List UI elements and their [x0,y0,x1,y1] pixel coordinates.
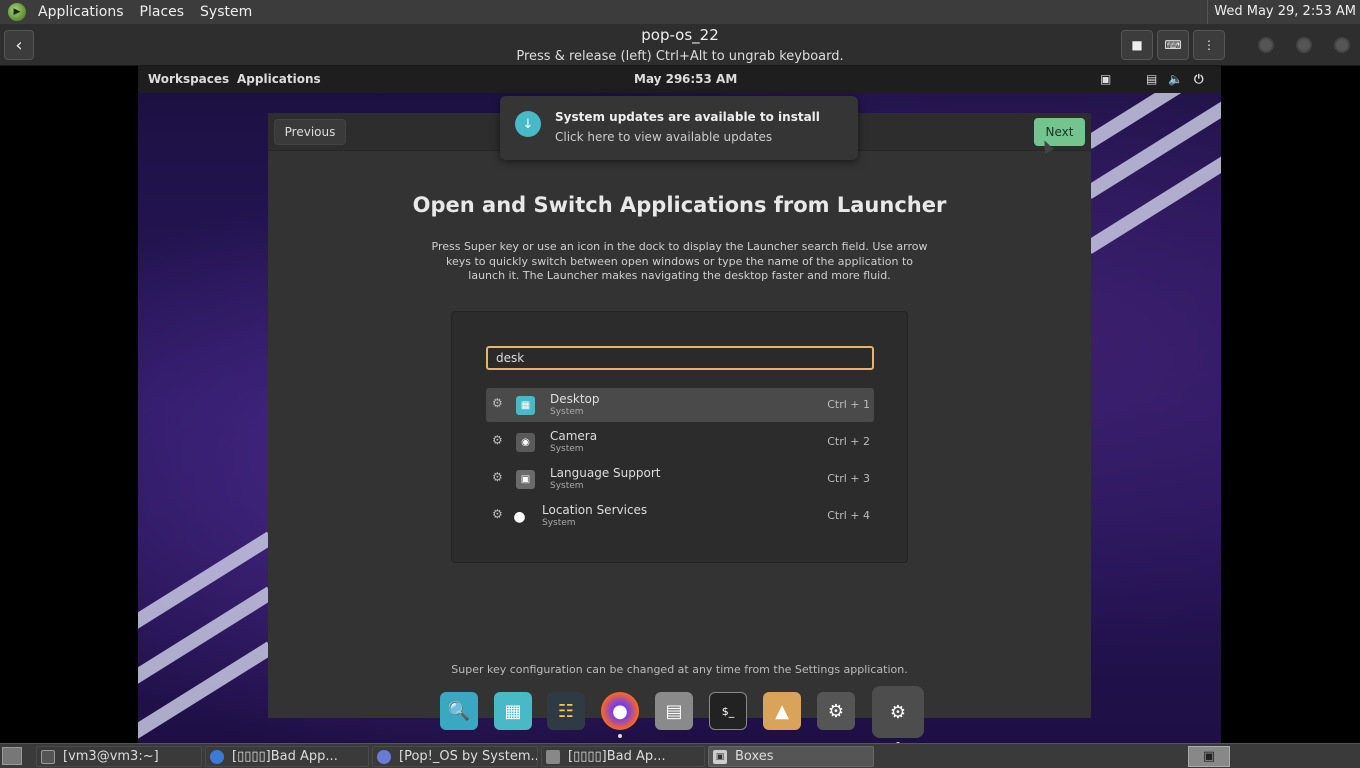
firefox-icon[interactable]: ● [601,692,639,730]
host-taskbar: [vm3@vm3:~] [▯▯▯▯]Bad App... [Pop!_OS by… [0,743,1360,768]
page-description: Press Super key or use an icon in the do… [431,240,928,282]
task-label: [▯▯▯▯]Bad App... [232,749,338,764]
pop-date[interactable]: May 29 [634,72,682,86]
applications-button[interactable]: Applications [237,72,321,86]
boxes-icon: ▣ [713,749,727,764]
volume-icon[interactable]: 🔈 [1168,72,1183,86]
task-terminal[interactable]: [vm3@vm3:~] [36,746,202,767]
workspaces-button[interactable]: Workspaces [148,72,229,86]
page-title: Open and Switch Applications from Launch… [412,193,947,217]
gear-icon: ⚙ [492,507,503,521]
result-category: System [542,518,576,528]
pop-time[interactable]: 6:53 AM [682,72,737,86]
camera-icon: ◉ [516,433,535,452]
network-icon[interactable]: ▣ [1100,72,1111,86]
task-pop-os[interactable]: [Pop!_OS by System... [372,746,538,767]
close-button[interactable] [1334,37,1350,53]
task-label: [▯▯▯▯]Bad Ap... [568,749,666,764]
pop-top-bar: Workspaces Applications May 29 6:53 AM ▣… [138,66,1221,93]
launcher-result-language[interactable]: ⚙ ▣ Language Support System Ctrl + 3 [486,462,874,496]
gear-icon: ⚙ [492,470,503,484]
result-shortcut: Ctrl + 4 [827,509,870,522]
result-name: Language Support [550,466,661,480]
result-shortcut: Ctrl + 1 [827,398,870,411]
location-pin-icon: ● [513,508,526,525]
notification-title: System updates are available to install [555,110,820,124]
vm-display[interactable]: Workspaces Applications May 29 6:53 AM ▣… [138,66,1221,743]
send-keys-button[interactable]: ⌨ [1157,30,1189,60]
launcher-result-desktop[interactable]: ⚙ ▦ Desktop System Ctrl + 1 [486,388,874,422]
minimize-button[interactable] [1258,37,1274,53]
boxes-header-bar: ‹ pop-os_22 Press & release (left) Ctrl+… [0,24,1360,66]
show-desktop-button[interactable] [2,747,22,765]
task-label: Boxes [735,749,774,764]
running-indicator [618,734,622,738]
task-bad-apple-1[interactable]: [▯▯▯▯]Bad App... [205,746,369,767]
power-icon[interactable]: ⏻ [1194,72,1204,87]
display-icon[interactable]: ▤ [1146,72,1157,86]
result-shortcut: Ctrl + 3 [827,472,870,485]
desktop-settings-icon: ▦ [516,396,535,415]
launcher-search-input[interactable] [486,346,874,370]
files-icon[interactable]: ▤ [655,692,693,730]
browser-icon [210,749,224,764]
task-label: [Pop!_OS by System... [399,749,538,764]
launcher-search-icon[interactable]: 🔍 [440,692,478,730]
menu-button[interactable]: ⋮ [1193,30,1225,60]
launcher-result-location[interactable]: ⚙ ● Location Services System Ctrl + 4 [486,499,874,533]
menu-system[interactable]: System [192,0,260,24]
kebab-menu-icon: ⋮ [1203,38,1215,52]
gear-icon: ⚙ [492,396,503,410]
language-support-icon: ▣ [516,470,535,489]
workspace-switcher[interactable]: ▣ [1188,746,1230,767]
keyboard-icon: ⌨ [1164,38,1182,52]
page-footer-note: Super key configuration can be changed a… [451,663,908,676]
applications-grid-icon[interactable]: ☷ [547,692,585,730]
menu-applications[interactable]: Applications [30,0,132,24]
menu-places[interactable]: Places [132,0,193,24]
gear-icon: ⚙ [492,433,503,447]
wallpaper-stripe [138,531,275,639]
result-category: System [550,481,584,491]
workspaces-icon[interactable]: ▦ [494,692,532,730]
initial-setup-icon[interactable]: ⚙ [872,686,924,738]
maximize-button[interactable] [1296,37,1312,53]
task-bad-apple-2[interactable]: [▯▯▯▯]Bad Ap... [541,746,705,767]
mate-logo-icon[interactable]: ▶ [8,3,26,21]
folder-icon [546,749,560,764]
host-clock[interactable]: Wed May 29, 2:53 AM [1207,0,1356,24]
notification-body: Click here to view available updates [555,130,773,144]
terminal-icon[interactable]: $_ [709,692,747,730]
vm-subtitle: Press & release (left) Ctrl+Alt to ungra… [516,49,844,64]
browser-icon [377,749,391,764]
result-name: Camera [550,429,598,443]
vm-title: pop-os_22 [641,26,719,44]
launcher-demo: ⚙ ▦ Desktop System Ctrl + 1 ⚙ ◉ Camera S… [451,311,908,563]
pop-shop-dock-icon[interactable]: ▲ [763,692,801,730]
dock: 🔍 ▦ ☷ ● ▤ $_ ▲ ⚙ ⚙ [436,684,928,743]
result-name: Location Services [542,503,648,517]
initial-setup-window: Previous Next Open and Switch Applicatio… [268,113,1091,718]
stop-icon: ■ [1131,38,1143,52]
result-category: System [550,407,584,417]
launcher-result-camera[interactable]: ⚙ ◉ Camera System Ctrl + 2 [486,425,874,459]
result-shortcut: Ctrl + 2 [827,435,870,448]
terminal-icon [41,749,55,764]
settings-icon[interactable]: ⚙ [817,692,855,730]
task-boxes[interactable]: ▣ Boxes [708,746,874,767]
pop-shop-icon: ↓ [515,111,541,137]
task-label: [vm3@vm3:~] [63,749,159,764]
result-name: Desktop [550,392,600,406]
stop-button[interactable]: ■ [1121,30,1153,60]
result-category: System [550,444,584,454]
previous-button[interactable]: Previous [274,119,346,145]
update-notification[interactable]: ↓ System updates are available to instal… [500,96,858,160]
host-top-panel: ▶ Applications Places System Wed May 29,… [0,0,1360,24]
